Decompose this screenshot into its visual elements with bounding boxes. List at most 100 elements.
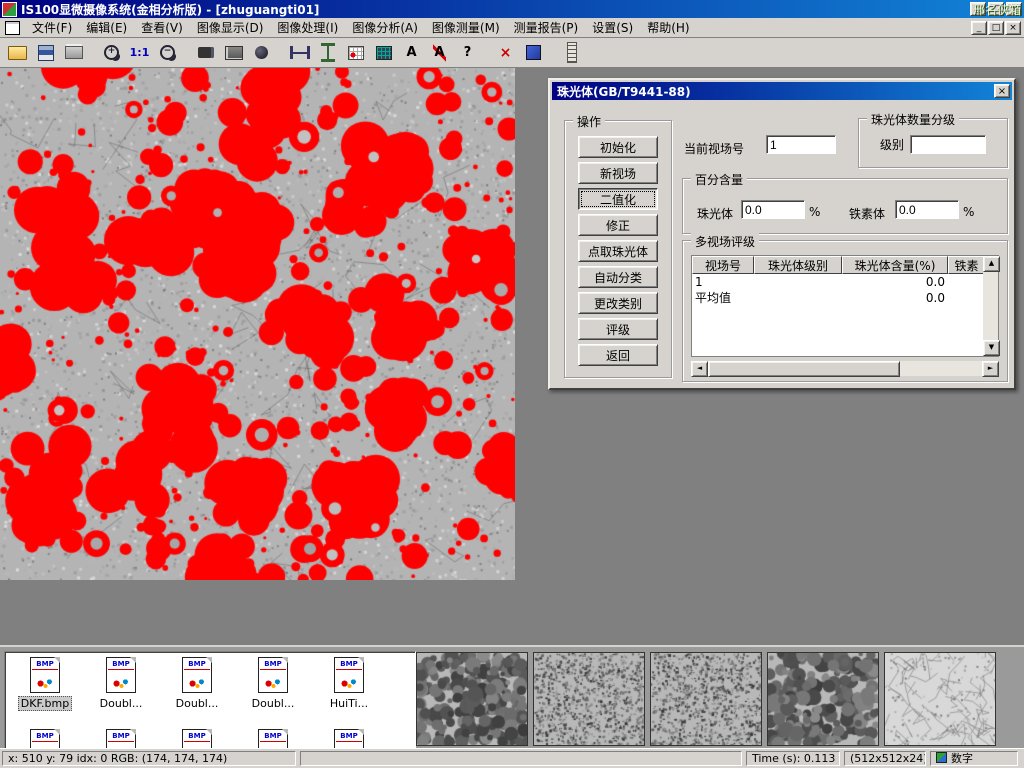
thumbnail-4[interactable] (767, 652, 879, 746)
grid-dark-icon (376, 46, 392, 60)
scroll-down-button[interactable]: ▼ (983, 340, 1000, 356)
current-field-input[interactable] (766, 135, 836, 154)
table-header-cell[interactable]: 珠光体级别 (754, 256, 842, 274)
rating-table-body[interactable]: 10.0平均值0.0 (692, 274, 983, 356)
operation-group: 操作 初始化新视场二值化修正点取珠光体自动分类更改类别评级返回 (564, 120, 672, 378)
calibration-icon (526, 45, 541, 60)
operation-button[interactable]: 点取珠光体 (578, 240, 658, 262)
scroll-up-button[interactable]: ▲ (983, 256, 1000, 272)
mdi-restore-button[interactable]: □ (988, 21, 1004, 35)
table-header-cell[interactable]: 珠光体含量(%) (842, 256, 948, 274)
save-icon (38, 45, 54, 61)
zoom-in-button[interactable]: + (99, 41, 124, 65)
bmp-badge: BMP (336, 659, 362, 670)
bmp-badge: BMP (260, 659, 286, 670)
mdi-close-button[interactable]: × (1005, 21, 1021, 35)
help-button[interactable]: ? (455, 41, 480, 65)
menu-item[interactable]: 测量报告(P) (507, 19, 586, 37)
operation-button[interactable]: 返回 (578, 344, 658, 366)
annotate-text-button[interactable]: A (399, 41, 424, 65)
file-list[interactable]: BMPDKF.bmpBMPDoubl...BMPDoubl...BMPDoubl… (4, 651, 416, 751)
bmp-file-icon: BMP (106, 657, 136, 693)
video-capture-button[interactable] (193, 41, 218, 65)
grid-dark-button[interactable] (371, 41, 396, 65)
operation-button[interactable]: 更改类别 (578, 292, 658, 314)
camera-capture-button[interactable] (221, 41, 246, 65)
thumbnail-1[interactable] (416, 652, 528, 746)
menu-item[interactable]: 设置(S) (585, 19, 640, 37)
rating-table: 视场号珠光体级别珠光体含量(%)铁素 10.0平均值0.0 ▲ ▼ (691, 255, 999, 357)
status-image-size: (512x512x24) (844, 751, 926, 766)
table-vertical-scrollbar[interactable]: ▲ ▼ (983, 256, 998, 356)
bmp-file-icon: BMP (258, 657, 288, 693)
menu-item[interactable]: 图像显示(D) (190, 19, 271, 37)
dialog-close-button[interactable]: × (994, 84, 1010, 98)
menu-item[interactable]: 图像处理(I) (270, 19, 345, 37)
annotate-text-icon: A (406, 41, 416, 65)
table-cell: 0.0 (842, 274, 948, 290)
menu-item[interactable]: 文件(F) (25, 19, 79, 37)
menu-item[interactable]: 图像测量(M) (425, 19, 507, 37)
title-bar: IS100显微摄像系统(金相分析版) - [zhuguangti01] _ □ … (0, 0, 1024, 18)
operation-button[interactable]: 评级 (578, 318, 658, 340)
save-button[interactable] (33, 41, 58, 65)
live-view-icon (255, 46, 268, 59)
mdi-minimize-button[interactable]: _ (971, 21, 987, 35)
pearlite-unit: % (809, 205, 820, 219)
operation-button[interactable]: 初始化 (578, 136, 658, 158)
operation-button[interactable]: 二值化 (578, 188, 658, 210)
file-item[interactable]: BMP Doubl... (235, 655, 311, 727)
menu-item[interactable]: 编辑(E) (79, 19, 134, 37)
grade-label: 级别 (880, 136, 904, 153)
actual-size-button[interactable]: 1:1 (127, 41, 152, 65)
open-button[interactable] (5, 41, 30, 65)
scroll-left-button[interactable]: ◄ (691, 361, 708, 377)
mode-label: 数字 (951, 752, 973, 765)
horizontal-scroll-track[interactable] (900, 361, 982, 376)
status-bar: x: 510 y: 79 idx: 0 RGB: (174, 174, 174)… (0, 748, 1024, 768)
vertical-scroll-track[interactable] (983, 272, 998, 340)
measure-caliper-2-icon (321, 43, 335, 62)
print-button[interactable] (61, 41, 86, 65)
table-cell: 平均值 (692, 290, 754, 306)
file-item[interactable]: BMPDoubl... (83, 655, 159, 727)
file-item[interactable]: BMPDoubl... (159, 655, 235, 727)
delete-selection-button[interactable]: × (493, 41, 518, 65)
calibration-button[interactable] (521, 41, 546, 65)
bmp-badge: BMP (32, 731, 58, 742)
thumbnail-3[interactable] (650, 652, 762, 746)
grade-input[interactable] (910, 135, 986, 154)
cursor-info: x: 510 y: 79 idx: 0 RGB: (174, 174, 174) (2, 751, 296, 766)
multi-field-group: 多视场评级 视场号珠光体级别珠光体含量(%)铁素 10.0平均值0.0 ▲ ▼ … (682, 240, 1008, 382)
operation-button[interactable]: 自动分类 (578, 266, 658, 288)
ruler-button[interactable] (559, 41, 584, 65)
menu-item[interactable]: 图像分析(A) (345, 19, 425, 37)
measure-caliper-2-button[interactable] (315, 41, 340, 65)
measure-caliper-button[interactable] (287, 41, 312, 65)
live-view-button[interactable] (249, 41, 274, 65)
menu-item[interactable]: 查看(V) (134, 19, 190, 37)
menu-item[interactable]: 帮助(H) (640, 19, 696, 37)
active-document-icon[interactable] (5, 21, 20, 35)
menu-bar: 文件(F)编辑(E)查看(V)图像显示(D)图像处理(I)图像分析(A)图像测量… (0, 18, 1024, 38)
zoom-out-button[interactable]: − (155, 41, 180, 65)
scroll-right-button[interactable]: ► (982, 361, 999, 377)
thumbnail-5[interactable] (884, 652, 996, 746)
micrograph-image[interactable] (0, 68, 515, 580)
operation-button[interactable]: 修正 (578, 214, 658, 236)
table-header-cell[interactable]: 视场号 (692, 256, 754, 274)
table-header-cell[interactable]: 铁素 (948, 256, 985, 274)
file-item[interactable]: BMPDKF.bmp (7, 655, 83, 727)
pearlite-percent-input[interactable] (741, 200, 805, 219)
table-horizontal-scrollbar[interactable]: ◄ ► (691, 361, 999, 376)
operation-button[interactable]: 新视场 (578, 162, 658, 184)
dialog-title-bar[interactable]: 珠光体(GB/T9441-88) × (552, 82, 1012, 100)
thumbnail-2[interactable] (533, 652, 645, 746)
grid-overlay-button[interactable] (343, 41, 368, 65)
file-name: Doubl... (250, 697, 297, 710)
bmp-badge: BMP (184, 731, 210, 742)
file-item[interactable]: BMPHuiTi... (311, 655, 387, 727)
remove-annotation-button[interactable]: A (427, 41, 452, 65)
horizontal-scroll-thumb[interactable] (708, 361, 900, 377)
ferrite-percent-input[interactable] (895, 200, 959, 219)
